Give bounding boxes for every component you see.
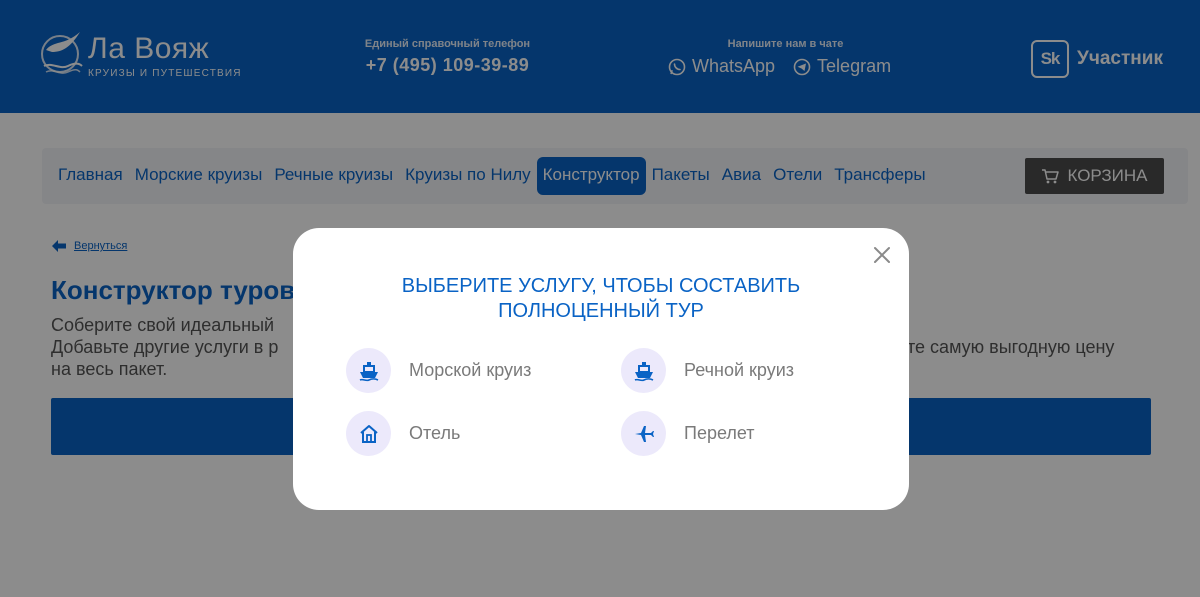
modal-title: ВЫБЕРИТЕ УСЛУГУ, ЧТОБЫ СОСТАВИТЬ ПОЛНОЦЕ… <box>293 274 909 324</box>
service-sea-cruise[interactable]: Морской круиз <box>346 348 531 393</box>
modal-title-line-1: ВЫБЕРИТЕ УСЛУГУ, ЧТОБЫ СОСТАВИТЬ <box>401 275 801 297</box>
plane-icon <box>634 425 654 442</box>
service-hotel[interactable]: Отель <box>346 411 460 456</box>
service-flight[interactable]: Перелет <box>621 411 755 456</box>
service-label: Морской круиз <box>409 360 532 380</box>
service-icon-circle <box>621 411 666 456</box>
service-river-cruise[interactable]: Речной круиз <box>621 348 794 393</box>
service-icon-circle <box>346 348 391 393</box>
service-icon-circle <box>346 411 391 456</box>
service-label: Отель <box>409 423 461 443</box>
close-button[interactable] <box>871 244 893 266</box>
service-label: Речной круиз <box>684 360 795 380</box>
close-icon <box>874 247 890 263</box>
ship-icon <box>359 361 378 381</box>
ship-icon <box>634 361 653 381</box>
service-label: Перелет <box>684 423 755 443</box>
service-select-modal: ВЫБЕРИТЕ УСЛУГУ, ЧТОБЫ СОСТАВИТЬ ПОЛНОЦЕ… <box>293 228 909 510</box>
service-icon-circle <box>621 348 666 393</box>
house-icon <box>359 424 378 443</box>
modal-title-line-2: ПОЛНОЦЕННЫЙ ТУР <box>498 300 704 322</box>
